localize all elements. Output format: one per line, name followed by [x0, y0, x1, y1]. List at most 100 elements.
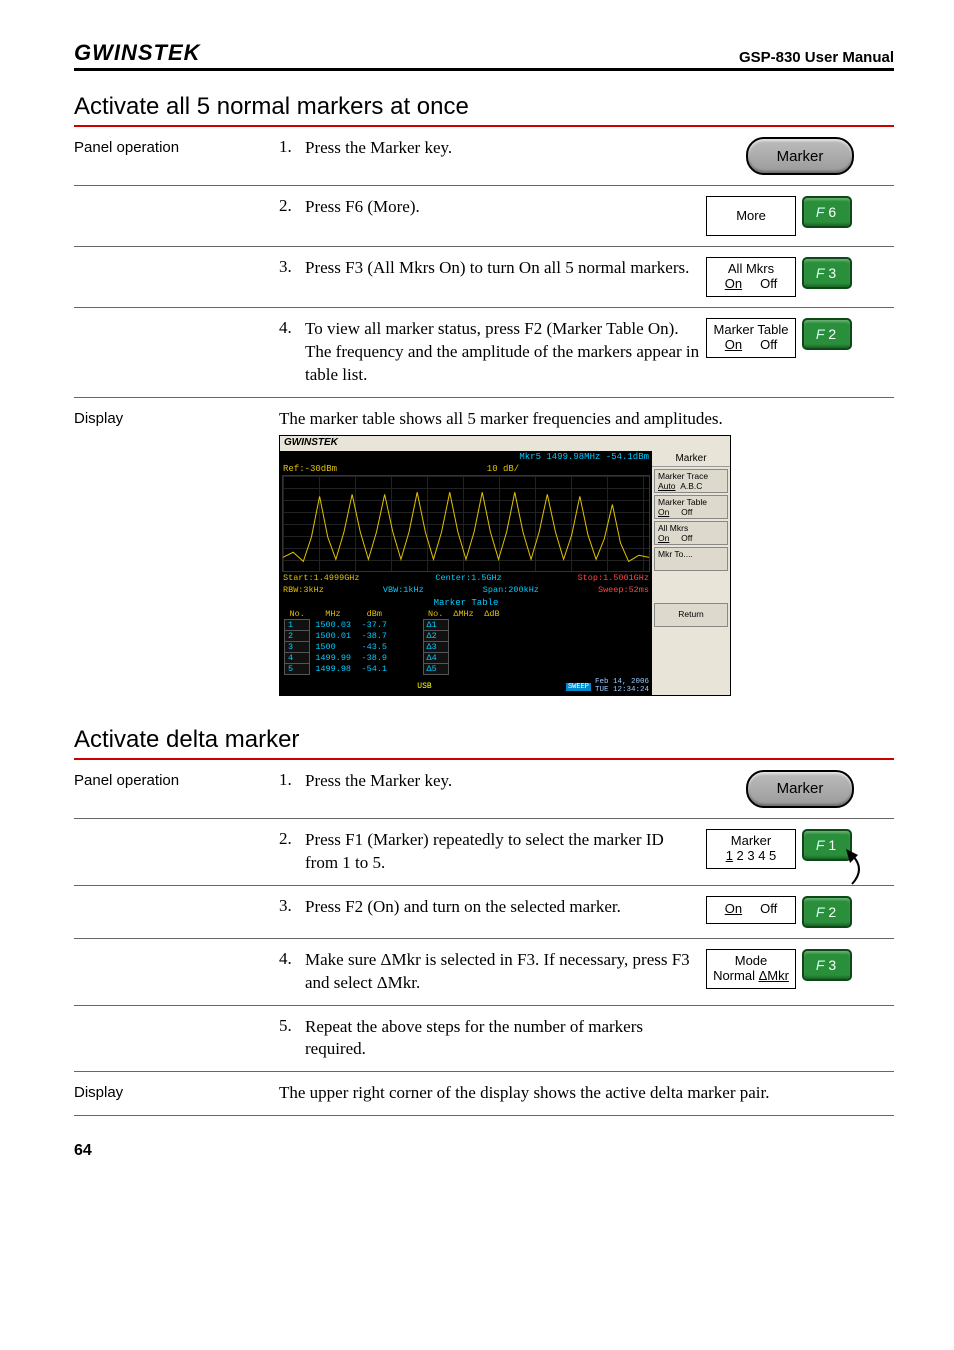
ss-side-marker-table[interactable]: Marker Table On Off: [654, 495, 728, 519]
ss-ref: Ref:-30dBm: [283, 464, 337, 474]
softbox-on: On: [725, 901, 742, 916]
th-dno: No.: [423, 609, 448, 620]
step-number: 4.: [279, 949, 305, 969]
step-number: 1.: [279, 137, 305, 157]
display-label: Display: [74, 408, 279, 696]
ss-sweep-indicator: SWEEP: [566, 683, 591, 691]
softbox-label: All Mkrs: [728, 262, 774, 277]
softbox-label: More: [736, 209, 766, 224]
panel-row: 2. Press F6 (More). More F6: [74, 186, 894, 247]
step-number: 4.: [279, 318, 305, 338]
all-mkrs-softkey-box: All Mkrs On Off: [706, 257, 796, 297]
table-cell: Δ2: [423, 630, 448, 641]
step-number: 3.: [279, 896, 305, 916]
th-ddb: ΔdB: [479, 609, 504, 620]
table-cell: -38.9: [357, 652, 393, 663]
page-header: GWINSTEK GSP-830 User Manual: [74, 40, 894, 71]
table-cell: Δ5: [423, 663, 448, 674]
table-cell: 1500: [310, 641, 357, 652]
ss-rbw: RBW:3kHz: [283, 585, 324, 595]
ss-usb-icon: USB: [417, 682, 431, 691]
table-cell: Δ4: [423, 652, 448, 663]
table-cell: -54.1: [357, 663, 393, 674]
step-text: Press F6 (More).: [305, 196, 706, 219]
ss-marker-table: No. MHz dBm 11500.03-37.7 21500.01-38.7 …: [284, 609, 648, 675]
table-cell: 2: [285, 630, 310, 641]
ss-vbw: VBW:1kHz: [383, 585, 424, 595]
step-text: Press F2 (On) and turn on the selected m…: [305, 896, 706, 919]
step-text: Press the Marker key.: [305, 770, 706, 793]
softbox-off: Off: [760, 337, 777, 352]
softbox-off: Off: [760, 276, 777, 291]
page-number: 64: [74, 1142, 894, 1160]
step-text: Repeat the above steps for the number of…: [305, 1016, 706, 1062]
panel-row: 2. Press F1 (Marker) repeatedly to selec…: [74, 819, 894, 886]
panel-row: Panel operation 1. Press the Marker key.…: [74, 760, 894, 819]
step-text: Make sure ΔMkr is selected in F3. If nec…: [305, 949, 706, 995]
table-cell: 1: [285, 619, 310, 630]
table-cell: 1500.03: [310, 619, 357, 630]
ss-side-return[interactable]: Return: [654, 603, 728, 627]
f2-key[interactable]: F2: [802, 318, 852, 350]
section-heading-activate-all: Activate all 5 normal markers at once: [74, 93, 894, 127]
table-cell: Δ1: [423, 619, 448, 630]
th-dmhz: ΔMHz: [448, 609, 479, 620]
panel-row: 4. Make sure ΔMkr is selected in F3. If …: [74, 939, 894, 1006]
ss-marker-info: Mkr5 1499.98MHz -54.1dBm: [280, 451, 652, 463]
ss-side-all-mkrs[interactable]: All Mkrs On Off: [654, 521, 728, 545]
manual-title: GSP-830 User Manual: [739, 49, 894, 66]
ss-time: TUE 12:34:24: [595, 686, 649, 694]
mode-softkey-box: Mode Normal ΔMkr: [706, 949, 796, 989]
softbox-on: On: [725, 276, 742, 291]
marker-table-softkey-box: Marker Table On Off: [706, 318, 796, 358]
table-cell: 4: [285, 652, 310, 663]
step-number: 2.: [279, 829, 305, 849]
press-repeat-arrow-icon: [744, 849, 864, 894]
table-cell: 1499.99: [310, 652, 357, 663]
f6-key[interactable]: F6: [802, 196, 852, 228]
marker-hardkey[interactable]: Marker: [746, 770, 854, 808]
panel-row: 4. To view all marker status, press F2 (…: [74, 308, 894, 398]
ss-scale: 10 dB/: [487, 464, 519, 474]
step-number: 1.: [279, 770, 305, 790]
ss-sweep: Sweep:52ms: [598, 585, 649, 595]
ss-center: Center:1.5GHz: [435, 573, 501, 583]
step-text: Press F1 (Marker) repeatedly to select t…: [305, 829, 706, 875]
marker-hardkey[interactable]: Marker: [746, 137, 854, 175]
display-text: The marker table shows all 5 marker freq…: [279, 408, 894, 431]
table-cell: 1499.98: [310, 663, 357, 674]
f3-key[interactable]: F3: [802, 257, 852, 289]
ss-start: Start:1.4999GHz: [283, 573, 360, 583]
f3-key[interactable]: F3: [802, 949, 852, 981]
step-number: 3.: [279, 257, 305, 277]
table-cell: 5: [285, 663, 310, 674]
step-text: Press F3 (All Mkrs On) to turn On all 5 …: [305, 257, 706, 280]
brand-logo: GWINSTEK: [74, 40, 201, 66]
ss-side-mkr-to[interactable]: Mkr To....: [654, 547, 728, 571]
panel-row: Panel operation 1. Press the Marker key.…: [74, 127, 894, 186]
softbox-label: Marker Table: [714, 323, 789, 338]
display-label: Display: [74, 1082, 279, 1101]
ss-side-marker-trace[interactable]: Marker Trace Auto A.B.C: [654, 469, 728, 493]
step-text: Press the Marker key.: [305, 137, 706, 160]
ss-table-title: Marker Table: [284, 598, 648, 608]
softbox-label: Marker: [731, 834, 771, 849]
th-dbm: dBm: [357, 609, 393, 620]
display-text: The upper right corner of the display sh…: [279, 1082, 894, 1105]
instrument-screenshot: GWINSTEK Mkr5 1499.98MHz -54.1dBm Ref:-3…: [279, 435, 731, 696]
table-cell: -43.5: [357, 641, 393, 652]
softbox-on: On: [725, 337, 742, 352]
step-text: To view all marker status, press F2 (Mar…: [305, 318, 706, 387]
ss-stop: Stop:1.5001GHz: [578, 573, 649, 583]
panel-row: 3. Press F3 (All Mkrs On) to turn On all…: [74, 247, 894, 308]
softbox-label: Mode: [735, 954, 768, 969]
ss-graph: [282, 475, 650, 572]
step-number: 2.: [279, 196, 305, 216]
on-off-softkey-box: On Off: [706, 896, 796, 924]
f2-key[interactable]: F2: [802, 896, 852, 928]
th-no: No.: [285, 609, 310, 620]
ss-side-menu-title: Marker: [652, 451, 730, 467]
softbox-off: Off: [760, 901, 777, 916]
table-cell: 1500.01: [310, 630, 357, 641]
step-number: 5.: [279, 1016, 305, 1036]
